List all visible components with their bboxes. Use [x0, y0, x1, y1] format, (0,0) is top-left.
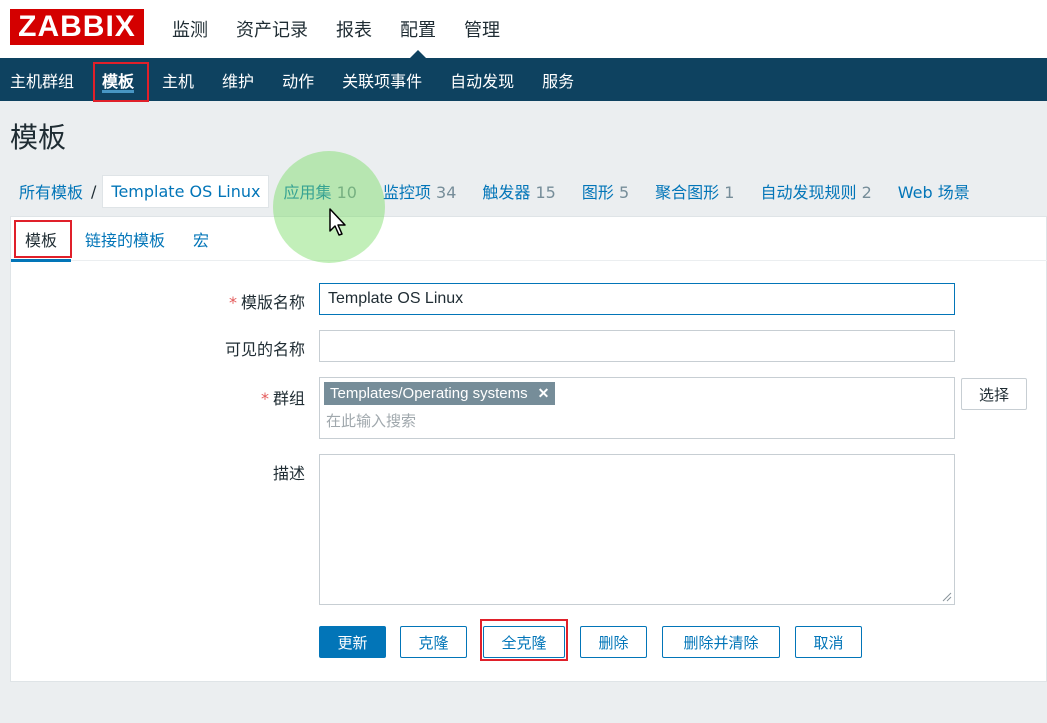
sub-menu: 主机群组 模板 主机 维护 动作 关联项事件 自动发现 服务 — [0, 58, 1047, 101]
template-name-input[interactable]: Template OS Linux — [319, 283, 955, 315]
nav-web-scenarios[interactable]: Web 场景 — [898, 179, 970, 203]
visible-name-label: 可见的名称 — [224, 340, 305, 359]
update-button[interactable]: 更新 — [319, 626, 386, 658]
description-label: 描述 — [272, 464, 305, 483]
breadcrumb-current-template[interactable]: Template OS Linux — [102, 174, 270, 208]
nav-discovery-rules[interactable]: 自动发现规则 2 — [760, 179, 871, 203]
submenu-actions[interactable]: 动作 — [282, 58, 314, 101]
tab-linked-templates[interactable]: 链接的模板 — [71, 217, 179, 261]
top-bar: ZABBIX 监测 资产记录 报表 配置 管理 — [0, 0, 1047, 58]
nav-screens[interactable]: 聚合图形 1 — [655, 179, 734, 203]
template-nav: 所有模板 / Template OS Linux 应用集 10 监控项 34 触… — [0, 170, 1047, 212]
group-chip: Templates/Operating systems ✕ — [324, 382, 556, 405]
submenu-event-correlation[interactable]: 关联项事件 — [342, 58, 422, 101]
tab-macros[interactable]: 宏 — [179, 217, 223, 261]
nav-applications[interactable]: 应用集 10 — [283, 179, 356, 203]
submenu-maintenance[interactable]: 维护 — [222, 58, 254, 101]
resize-grip-icon[interactable] — [942, 592, 952, 602]
remove-chip-icon[interactable]: ✕ — [538, 385, 550, 402]
delete-and-clear-button[interactable]: 删除并清除 — [662, 626, 780, 658]
main-menu: 监测 资产记录 报表 配置 管理 — [172, 0, 528, 58]
nav-graphs[interactable]: 图形 5 — [582, 179, 629, 203]
submenu-templates[interactable]: 模板 — [102, 58, 135, 101]
nav-items[interactable]: 监控项 34 — [383, 179, 456, 203]
groups-multiselect[interactable]: Templates/Operating systems ✕ 在此输入搜索 — [319, 377, 955, 439]
breadcrumb-all-templates[interactable]: 所有模板 — [19, 179, 83, 203]
menu-configuration[interactable]: 配置 — [400, 0, 436, 58]
delete-button[interactable]: 删除 — [580, 626, 647, 658]
menu-administration[interactable]: 管理 — [464, 0, 500, 58]
mouse-cursor-icon — [329, 208, 346, 236]
menu-reports[interactable]: 报表 — [336, 0, 372, 58]
zabbix-logo[interactable]: ZABBIX — [10, 9, 144, 45]
visible-name-input[interactable] — [319, 330, 955, 362]
select-groups-button[interactable]: 选择 — [961, 378, 1027, 410]
nav-triggers[interactable]: 触发器 15 — [482, 179, 555, 203]
groups-label: * 群组 — [260, 389, 305, 408]
submenu-services[interactable]: 服务 — [542, 58, 574, 101]
submenu-host-groups[interactable]: 主机群组 — [10, 58, 74, 101]
page-title: 模板 — [10, 121, 67, 154]
submenu-discovery[interactable]: 自动发现 — [450, 58, 514, 101]
menu-inventory[interactable]: 资产记录 — [236, 0, 308, 58]
group-search-placeholder[interactable]: 在此输入搜索 — [326, 410, 416, 431]
breadcrumb-separator: / — [91, 181, 97, 201]
full-clone-button[interactable]: 全克隆 — [483, 626, 565, 658]
tab-template[interactable]: 模板 — [11, 217, 72, 262]
content-panel: 模板 链接的模板 宏 * 模版名称 Template OS Linux 可见的名称… — [10, 216, 1047, 682]
submenu-hosts[interactable]: 主机 — [162, 58, 194, 101]
tab-bar: 模板 链接的模板 宏 — [11, 217, 1047, 262]
cancel-button[interactable]: 取消 — [795, 626, 862, 658]
description-textarea[interactable] — [319, 454, 955, 605]
clone-button[interactable]: 克隆 — [400, 626, 467, 658]
template-name-label: * 模版名称 — [228, 293, 305, 312]
menu-monitoring[interactable]: 监测 — [172, 0, 208, 58]
